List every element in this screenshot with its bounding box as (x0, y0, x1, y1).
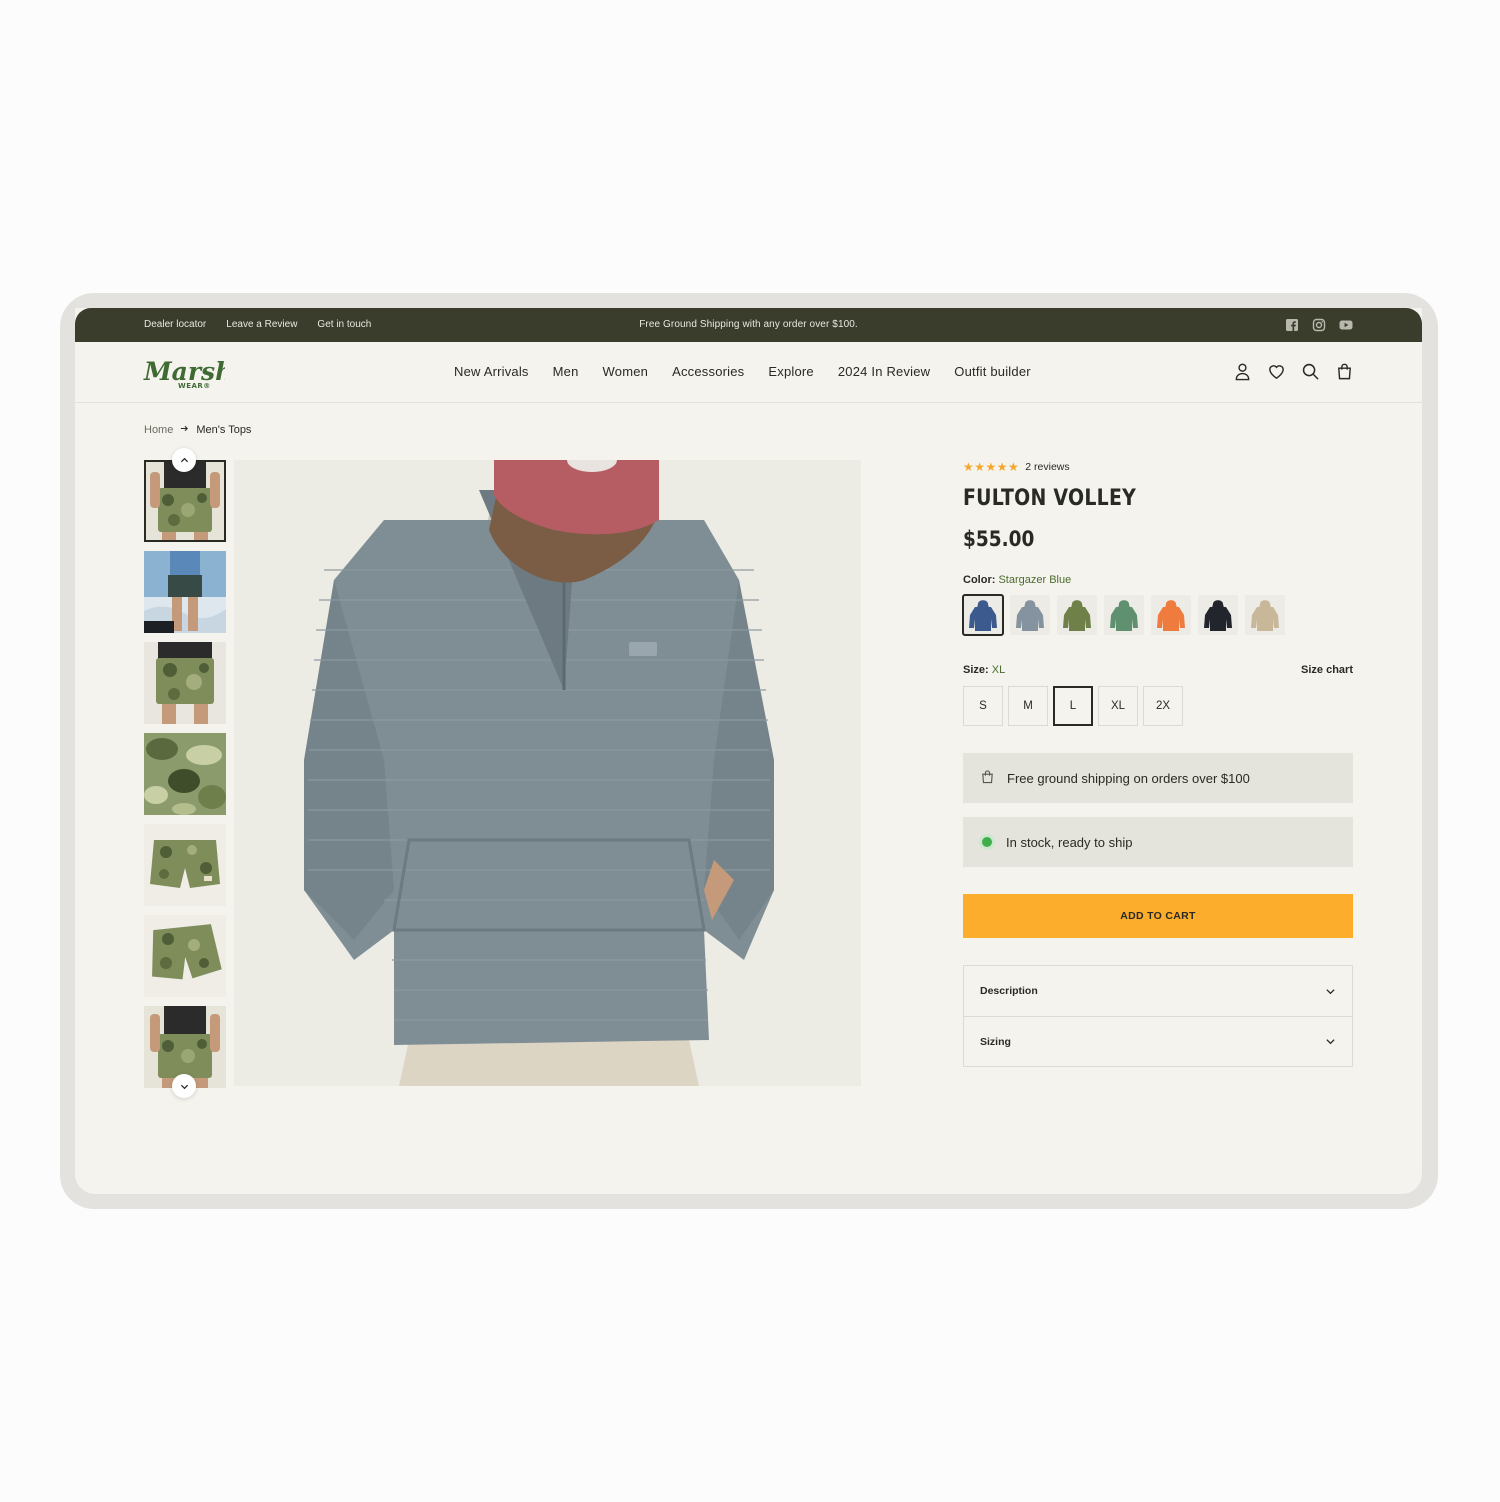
color-swatch-7[interactable] (1245, 595, 1285, 635)
in-stock-dot-icon (982, 837, 992, 847)
breadcrumb-home[interactable]: Home (144, 424, 173, 436)
hoodie-swatch-icon (1016, 600, 1044, 631)
accordion-description[interactable]: Description (964, 966, 1352, 1016)
thumbnail-4[interactable] (144, 733, 226, 815)
review-count[interactable]: 2 reviews (1025, 461, 1069, 473)
cart-icon[interactable] (1335, 362, 1354, 381)
thumbnail-strip (144, 448, 226, 1098)
shipping-notice: Free ground shipping on orders over $100 (963, 753, 1353, 803)
color-label-text: Color: (963, 574, 996, 586)
thumbnails-prev-button[interactable] (172, 448, 196, 472)
color-label: Color: Stargazer Blue (963, 574, 1353, 586)
breadcrumb-current: Men's Tops (196, 424, 252, 436)
arrow-right-icon (180, 424, 189, 436)
product-price: $55.00 (963, 527, 1035, 551)
stock-notice-text: In stock, ready to ship (1006, 834, 1133, 850)
add-to-cart-button[interactable]: ADD TO CART (963, 894, 1353, 938)
hoodie-swatch-icon (1157, 600, 1185, 631)
header-icons (1233, 362, 1354, 381)
size-options: S M L XL 2X (963, 686, 1353, 726)
star-rating-icon: ★★★★★ (963, 460, 1020, 474)
product-accordion: Description Sizing (963, 965, 1353, 1067)
thumbnail-1[interactable] (144, 460, 226, 542)
stock-notice: In stock, ready to ship (963, 817, 1353, 867)
size-label: Size: XL (963, 664, 1005, 676)
chevron-up-icon (180, 457, 188, 462)
color-swatch-5[interactable] (1151, 595, 1191, 635)
chevron-down-icon (180, 1084, 188, 1089)
account-icon[interactable] (1233, 362, 1252, 381)
nav-women[interactable]: Women (603, 364, 649, 379)
thumbnails-next-button[interactable] (172, 1074, 196, 1098)
search-icon[interactable] (1301, 362, 1320, 381)
size-option-m[interactable]: M (1008, 686, 1048, 726)
thumbnail-3[interactable] (144, 642, 226, 724)
hoodie-swatch-icon (1063, 600, 1091, 631)
thumbnail-2[interactable] (144, 551, 226, 633)
size-option-xl[interactable]: XL (1098, 686, 1138, 726)
hoodie-swatch-icon (1251, 600, 1279, 631)
breadcrumb: Home Men's Tops (144, 424, 251, 436)
site-header: Marsh WEAR® New Arrivals Men Women Acces… (75, 342, 1422, 403)
size-header: Size: XL Size chart (963, 664, 1353, 676)
nav-accessories[interactable]: Accessories (672, 364, 744, 379)
nav-new-arrivals[interactable]: New Arrivals (454, 364, 529, 379)
thumbnail-6[interactable] (144, 915, 226, 997)
nav-men[interactable]: Men (553, 364, 579, 379)
hoodie-swatch-icon (1110, 600, 1138, 631)
facebook-icon[interactable] (1285, 318, 1299, 332)
logo-sub: WEAR® (178, 382, 211, 390)
color-swatch-3[interactable] (1057, 595, 1097, 635)
color-swatches (962, 594, 1353, 636)
rating-summary[interactable]: ★★★★★ 2 reviews (963, 460, 1353, 474)
product-info: ★★★★★ 2 reviews FULTON VOLLEY $55.00 Col… (962, 460, 1353, 1067)
youtube-icon[interactable] (1339, 318, 1353, 332)
accordion-description-label: Description (980, 985, 1038, 997)
shopping-bag-icon (980, 769, 995, 787)
nav-outfit-builder[interactable]: Outfit builder (954, 364, 1031, 379)
size-option-l[interactable]: L (1053, 686, 1093, 726)
browser-screen: Dealer locator Leave a Review Get in tou… (75, 308, 1422, 1194)
chevron-down-icon (1326, 988, 1335, 994)
hoodie-swatch-icon (1204, 600, 1232, 631)
size-option-2x[interactable]: 2X (1143, 686, 1183, 726)
instagram-icon[interactable] (1312, 318, 1326, 332)
size-value: XL (991, 664, 1006, 676)
shipping-notice-text: Free ground shipping on orders over $100 (1007, 770, 1250, 786)
color-swatch-6[interactable] (1198, 595, 1238, 635)
size-label-text: Size: (963, 664, 989, 676)
color-swatch-4[interactable] (1104, 595, 1144, 635)
accordion-sizing-label: Sizing (980, 1035, 1011, 1048)
accordion-sizing[interactable]: Sizing (964, 1016, 1352, 1066)
main-nav: New Arrivals Men Women Accessories Explo… (454, 364, 1031, 379)
hoodie-swatch-icon (969, 600, 997, 631)
announcement-bar: Dealer locator Leave a Review Get in tou… (75, 308, 1422, 342)
size-option-s[interactable]: S (963, 686, 1003, 726)
color-swatch-1[interactable] (962, 594, 1004, 636)
social-links (1285, 318, 1353, 332)
chevron-down-icon (1326, 1039, 1335, 1045)
product-title: FULTON VOLLEY (963, 486, 1137, 511)
shipping-promo: Free Ground Shipping with any order over… (639, 319, 858, 330)
nav-explore[interactable]: Explore (768, 364, 813, 379)
thumbnail-5[interactable] (144, 824, 226, 906)
nav-2024-in-review[interactable]: 2024 In Review (838, 364, 930, 379)
marsh-wear-logo[interactable]: Marsh WEAR® (143, 356, 233, 390)
color-swatch-2[interactable] (1010, 595, 1050, 635)
color-value: Stargazer Blue (998, 574, 1072, 586)
wishlist-icon[interactable] (1267, 362, 1286, 381)
size-chart-link[interactable]: Size chart (1301, 664, 1353, 676)
main-product-image[interactable] (234, 460, 861, 1086)
